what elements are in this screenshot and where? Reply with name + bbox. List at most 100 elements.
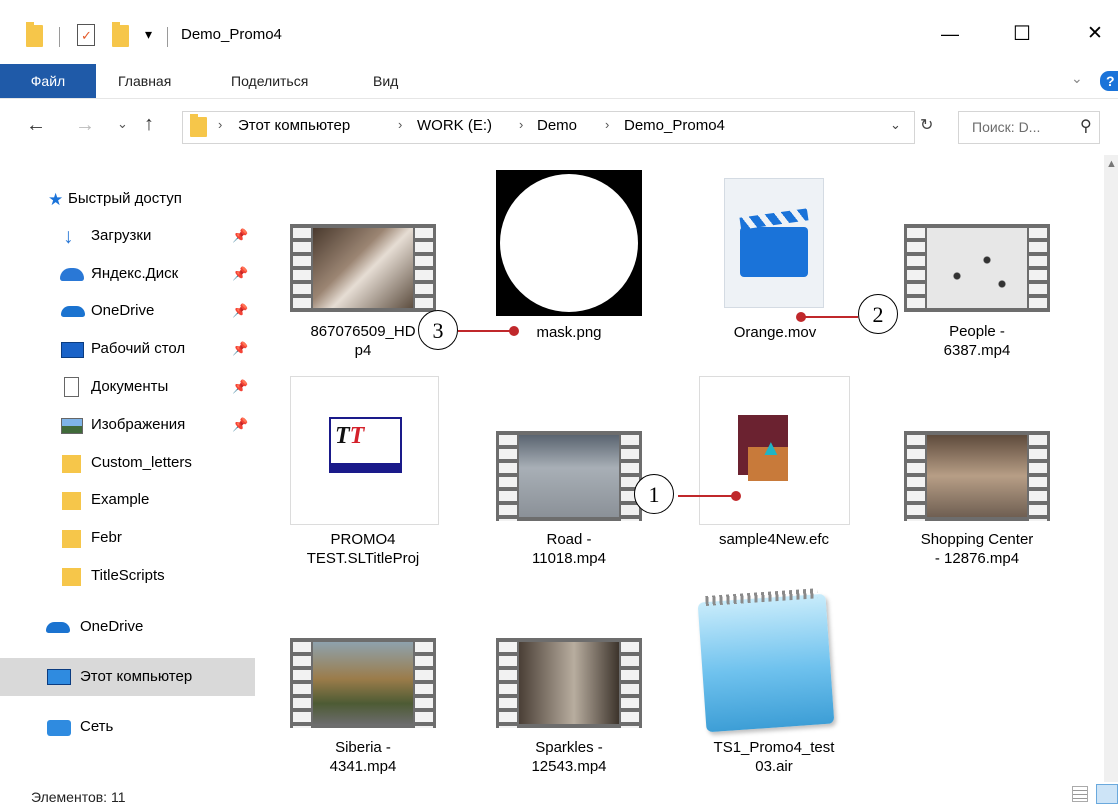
item-count: Элементов: 11 <box>31 789 126 805</box>
details-view-icon[interactable] <box>1072 786 1088 802</box>
nav-item-onedrive-pinned[interactable]: OneDrive 📌 <box>0 293 255 331</box>
nav-this-pc[interactable]: Этот компьютер <box>80 668 192 685</box>
pin-icon[interactable]: 📌 <box>232 379 248 395</box>
pin-icon[interactable]: 📌 <box>232 266 248 282</box>
nav-item-custom-letters[interactable]: Custom_letters <box>0 445 255 483</box>
efc-thumbnail[interactable]: ▲ <box>699 376 850 525</box>
file-tile-people[interactable] <box>904 224 1050 312</box>
notepad-icon[interactable] <box>697 588 835 733</box>
chevron-right-icon[interactable]: › <box>605 117 609 132</box>
pin-icon[interactable]: 📌 <box>232 417 248 433</box>
file-name: TEST.SLTitleProj <box>306 550 420 567</box>
file-name: 11018.mp4 <box>532 550 606 567</box>
back-arrow-icon[interactable]: ← <box>26 114 46 137</box>
nav-item-titlescripts[interactable]: TitleScripts <box>0 558 255 596</box>
breadcrumb-demo-promo4[interactable]: Demo_Promo4 <box>624 117 725 134</box>
nav-item-label: OneDrive <box>91 302 155 319</box>
tab-share[interactable]: Поделиться <box>231 64 308 98</box>
nav-quick-access[interactable]: Быстрый доступ <box>68 190 182 207</box>
up-arrow-icon[interactable]: ↑ <box>144 113 154 136</box>
file-name: Shopping Center <box>920 531 1034 548</box>
nav-item-label: Изображения <box>91 416 186 433</box>
callout-dot <box>796 312 806 322</box>
nav-item-pictures[interactable]: Изображения 📌 <box>0 407 255 445</box>
file-tile-867076509[interactable] <box>290 224 436 312</box>
nav-item-downloads[interactable]: ↓ Загрузки 📌 <box>0 218 255 256</box>
minimize-button[interactable]: — <box>927 16 973 52</box>
documents-icon <box>64 377 79 397</box>
file-name: 12543.mp4 <box>531 758 607 775</box>
desktop-icon <box>61 342 84 358</box>
tab-view[interactable]: Вид <box>373 64 398 98</box>
tab-home[interactable]: Главная <box>118 64 171 98</box>
video-thumbnail <box>904 431 1050 521</box>
separator <box>59 27 60 47</box>
pin-icon[interactable]: 📌 <box>232 228 248 244</box>
video-thumbnail <box>290 638 436 728</box>
search-icon[interactable]: ⚲ <box>1080 116 1092 136</box>
quick-access-dropdown-icon[interactable]: ▾ <box>145 26 152 43</box>
nav-item-label: Febr <box>91 529 122 546</box>
chevron-right-icon[interactable]: › <box>398 117 402 132</box>
file-name: p4 <box>354 342 372 359</box>
tab-file[interactable]: Файл <box>0 64 96 98</box>
forward-arrow-icon[interactable]: → <box>75 114 95 137</box>
file-tile-shopping[interactable] <box>904 431 1050 521</box>
breadcrumb-demo[interactable]: Demo <box>537 117 577 134</box>
mask-thumbnail[interactable] <box>496 170 642 316</box>
video-thumbnail <box>496 431 642 521</box>
download-icon: ↓ <box>63 225 74 248</box>
recent-locations-icon[interactable]: ⌄ <box>117 116 128 132</box>
folder-icon <box>190 114 207 137</box>
large-icons-view-icon[interactable] <box>1096 784 1118 804</box>
file-name: 867076509_HD <box>310 323 416 340</box>
maximize-button[interactable]: ☐ <box>999 16 1045 52</box>
mov-file-icon[interactable] <box>724 178 824 308</box>
pin-icon[interactable]: 📌 <box>232 341 248 357</box>
file-name: sample4New.efc <box>718 531 830 548</box>
scroll-up-icon[interactable]: ▲ <box>1106 158 1117 170</box>
address-dropdown-icon[interactable]: ⌄ <box>890 117 901 133</box>
file-name: Road - <box>546 531 592 548</box>
help-icon[interactable]: ? <box>1100 71 1118 91</box>
new-folder-icon[interactable] <box>112 22 129 47</box>
callout-dot <box>509 326 519 336</box>
pin-icon[interactable]: 📌 <box>232 303 248 319</box>
properties-icon[interactable]: ✓ <box>77 24 95 46</box>
nav-item-yandex-disk[interactable]: Яндекс.Диск 📌 <box>0 256 255 294</box>
callout-dot <box>731 491 741 501</box>
file-name: People - <box>949 323 1005 340</box>
nav-item-documents[interactable]: Документы 📌 <box>0 369 255 407</box>
expand-ribbon-icon[interactable]: ⌄ <box>1071 70 1083 87</box>
nav-item-desktop[interactable]: Рабочий стол 📌 <box>0 331 255 369</box>
file-name: Sparkles - <box>535 739 603 756</box>
file-tile-road[interactable] <box>496 431 642 521</box>
file-tile-siberia[interactable] <box>290 638 436 728</box>
callout-line <box>458 330 514 332</box>
chevron-right-icon[interactable]: › <box>218 117 222 132</box>
nav-onedrive[interactable]: OneDrive <box>80 618 143 635</box>
breadcrumb-this-pc[interactable]: Этот компьютер <box>238 117 350 134</box>
close-button[interactable]: ✕ <box>1072 16 1118 52</box>
project-thumbnail[interactable]: TT <box>290 376 439 525</box>
file-tile-sparkles[interactable] <box>496 638 642 728</box>
star-icon: ★ <box>48 190 64 209</box>
vertical-scrollbar[interactable] <box>1104 155 1118 782</box>
callout-2: 2 <box>858 294 898 334</box>
refresh-icon[interactable]: ↻ <box>920 115 933 135</box>
nav-item-febr[interactable]: Febr <box>0 520 255 558</box>
nav-item-label: Документы <box>91 378 169 395</box>
chevron-right-icon[interactable]: › <box>519 117 523 132</box>
computer-icon <box>47 669 71 685</box>
file-name: TS1_Promo4_test <box>713 739 835 756</box>
breadcrumb-drive[interactable]: WORK (E:) <box>417 117 492 134</box>
nav-item-label: Custom_letters <box>91 454 192 471</box>
title-logo-icon: TT <box>335 423 365 449</box>
nav-network[interactable]: Сеть <box>80 718 113 735</box>
search-input[interactable]: Поиск: D... <box>958 111 1100 144</box>
nav-item-example[interactable]: Example <box>0 482 255 520</box>
yandex-disk-icon <box>60 268 84 281</box>
file-name: Siberia - <box>335 739 391 756</box>
callout-3: 3 <box>418 310 458 350</box>
callout-line <box>800 316 858 318</box>
